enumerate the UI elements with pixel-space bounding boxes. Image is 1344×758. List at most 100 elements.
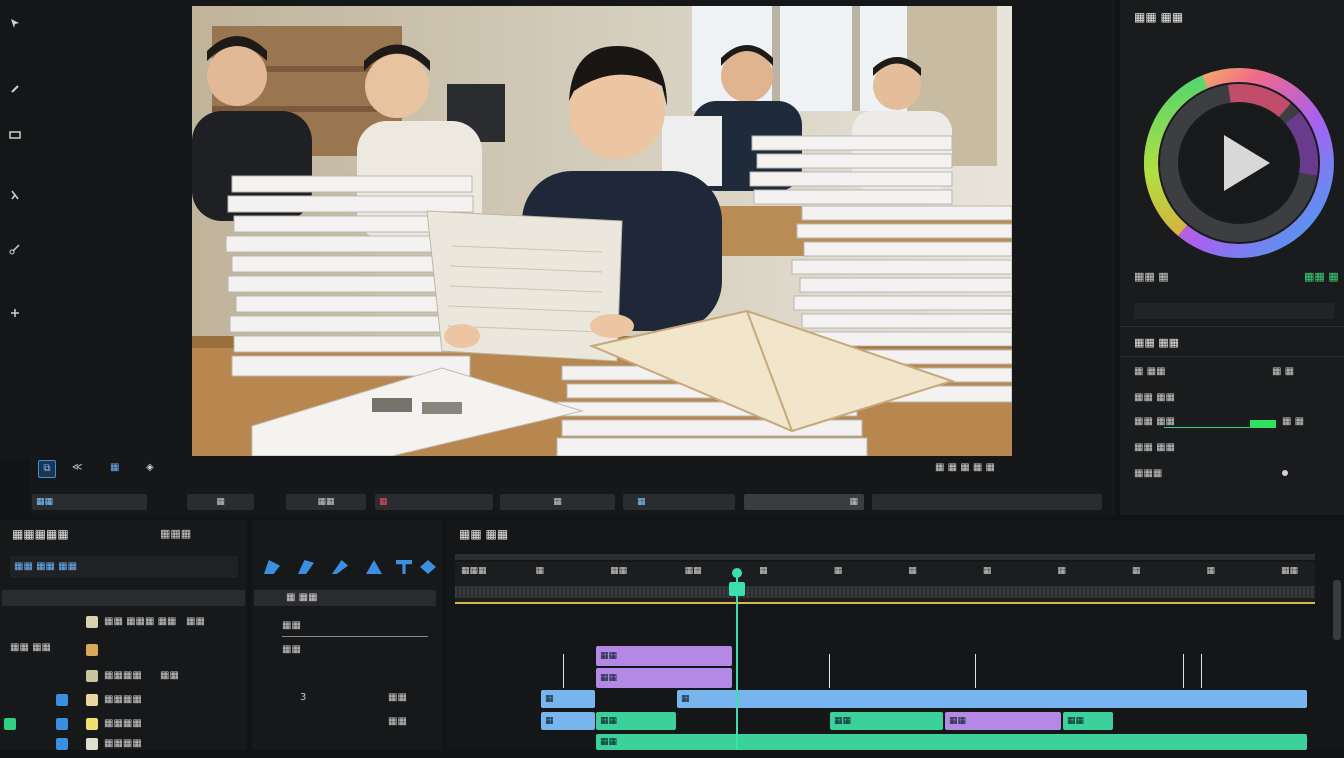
timeline: ▦▦ ▦▦ ▦▦▦ ▦ ▦▦ ▦▦ ▦ ▦ ▦ ▦ ▦ ▦ ▦ ▦▦ ▦▦ ▦▦ ▦ ▦ ▦ ▦▦ ▦… (447, 520, 1344, 750)
transport-field[interactable]: ▦ (187, 494, 254, 510)
panel-value: ▦▦ ▦ (1304, 270, 1339, 283)
pen-icon[interactable] (264, 560, 280, 574)
media-bin: ▦▦▦▦▦ ▦▦▦ ▦▦ ▦▦ ▦▦ ▦▦ ▦▦▦ ▦▦ ▦▦ ▦▦ ▦▦ ▦▦… (0, 520, 247, 750)
playhead-knob[interactable] (732, 568, 742, 578)
panel-controls-row[interactable] (1134, 303, 1334, 319)
marker (1183, 654, 1184, 688)
property-label: ▦▦▦ (1134, 468, 1163, 479)
effect-slider[interactable] (282, 636, 428, 637)
clip-name: ▦▦▦▦ (104, 694, 142, 705)
timeline-clip-purple[interactable]: ▦▦ (945, 712, 1061, 730)
ruler-label: ▦▦ (684, 566, 702, 576)
slider-label: ▦▦ ▦▦ (1134, 416, 1175, 427)
link-icon[interactable] (8, 82, 22, 96)
timeline-clip-green[interactable]: ▦▦ (596, 734, 1307, 750)
transport-scrub-field[interactable]: ▦▦ (32, 494, 147, 510)
keyframe-icon[interactable] (1282, 470, 1288, 476)
arrow-icon[interactable] (332, 560, 348, 574)
viewer-tool-button[interactable]: ▦ (110, 462, 119, 473)
timeline-clip-purple[interactable]: ▦▦ (596, 668, 732, 688)
clip-meta: ▦▦ (160, 670, 179, 681)
bin-title: ▦▦▦▦▦ (12, 527, 69, 541)
transform-icon[interactable] (8, 306, 22, 320)
text-icon[interactable] (396, 560, 412, 574)
transport-field[interactable]: ▦ (744, 494, 864, 510)
marker (975, 654, 976, 688)
clip-thumbnail (56, 738, 68, 750)
viewer-tool-button[interactable]: ≪ (72, 462, 82, 473)
timeline-clip-green[interactable]: ▦▦ (1063, 712, 1113, 730)
viewer-tool-button[interactable]: ◈ (146, 462, 154, 473)
color-wheel[interactable] (1144, 68, 1334, 258)
timeline-vertical-scrollbar[interactable] (1333, 580, 1341, 640)
list-item[interactable]: ▦▦▦▦ (0, 714, 246, 736)
ruler-label: ▦▦▦ (461, 566, 487, 576)
viewer-toolbar: ⧉ ≪ ▦ ◈ ▦ ▦ ▦ ▦ ▦ (30, 458, 1115, 480)
clip-thumbnail (86, 670, 98, 682)
list-item[interactable]: ▦▦▦▦ (0, 736, 246, 758)
property-label: ▦▦ ▦▦ (1134, 442, 1175, 453)
crop-icon[interactable] (420, 560, 436, 574)
play-icon[interactable] (1214, 133, 1274, 193)
viewer-tool-active-button[interactable]: ⧉ (38, 460, 56, 478)
scissors-icon[interactable] (8, 242, 22, 256)
playback-progress[interactable]: ▦ (623, 494, 735, 510)
video-frame (192, 6, 1012, 456)
bin-tab[interactable]: ▦▦▦ (160, 527, 191, 540)
transport-field[interactable]: ▦▦ (286, 494, 366, 510)
effect-value: ▦▦ (388, 716, 407, 727)
list-item[interactable]: ▦▦▦▦ (0, 690, 246, 712)
slider-fill (1250, 420, 1276, 428)
ruler-yellow-line (455, 602, 1315, 604)
list-item[interactable]: ▦▦ ▦▦ (0, 638, 246, 660)
clip-thumbnail (86, 738, 98, 750)
timeline-clip-blue[interactable]: ▦ (541, 690, 595, 708)
transport-field[interactable] (872, 494, 1102, 510)
playhead[interactable] (736, 570, 738, 750)
panel-label: ▦▦ ▦ (1134, 270, 1169, 283)
clip-meta: ▦▦ (186, 616, 205, 627)
list-item[interactable]: ▦▦ ▦▦▦ ▦▦ ▦▦ (0, 612, 246, 634)
transport-bar: ▦▦ ▦ ▦▦ ▦ ▦ ▦ ▦ (30, 490, 1115, 514)
marker (1201, 654, 1202, 688)
viewer-toolbar-right: ▦ ▦ ▦ ▦ ▦ (935, 462, 995, 473)
timeline-scroll-bar[interactable] (455, 554, 1315, 560)
select-icon[interactable] (8, 16, 22, 30)
ruler-label: ▦ (1206, 566, 1215, 576)
divider (1120, 326, 1344, 327)
ruler-label: ▦ (982, 566, 992, 576)
timeline-clip-green[interactable]: ▦▦ (830, 712, 943, 730)
timeline-clip-green[interactable]: ▦▦ (596, 712, 676, 730)
section-title: ▦▦ ▦▦ (1134, 336, 1180, 349)
slip-icon[interactable] (8, 128, 22, 142)
property-slider[interactable]: ▦▦ ▦▦ ▦ ▦ (1134, 414, 1334, 430)
property-value[interactable]: ▦ ▦ (1272, 366, 1294, 377)
list-item[interactable]: ▦▦▦▦ ▦▦ (0, 666, 246, 688)
razor-icon[interactable] (8, 188, 22, 202)
clip-thumbnail (86, 694, 98, 706)
ruler-label: ▦ (1131, 566, 1141, 576)
brush-icon[interactable] (298, 560, 314, 574)
ruler-label: ▦ (1057, 566, 1066, 576)
clip-name: ▦▦▦▦ (104, 738, 142, 749)
slider-value: ▦ ▦ (1282, 416, 1305, 427)
ruler-label: ▦ (833, 566, 843, 576)
playhead-handle[interactable] (729, 582, 745, 596)
timeline-clip-blue[interactable]: ▦ (677, 690, 1307, 708)
timeline-title: ▦▦ ▦▦ (459, 527, 509, 541)
marker (563, 654, 564, 688)
clip-thumbnail (56, 694, 68, 706)
waveform (455, 586, 1315, 598)
effect-header[interactable]: ▦ ▦▦ (254, 590, 436, 606)
effect-label: ▦▦ (282, 644, 301, 655)
transport-field[interactable]: ▦ (500, 494, 615, 510)
color-panel: ▦▦ ▦▦ ▦▦ ▦ ▦▦ ▦ ▦▦ ▦▦ ▦ ▦▦ ▦ ▦ ▦▦ ▦▦ ▦▦ … (1120, 0, 1344, 515)
timeline-ruler[interactable]: ▦▦▦ ▦ ▦▦ ▦▦ ▦ ▦ ▦ ▦ ▦ ▦ ▦ ▦▦ (455, 562, 1315, 604)
bin-search-input[interactable]: ▦▦ ▦▦ ▦▦ (10, 556, 238, 578)
panel-title: ▦▦ ▦▦ (1134, 10, 1184, 24)
clip-name: ▦▦▦▦ (104, 718, 142, 729)
timeline-clip-blue[interactable]: ▦ (541, 712, 595, 730)
timeline-clip-purple[interactable]: ▦▦ (596, 646, 732, 666)
transport-record-field[interactable]: ▦ (375, 494, 493, 510)
shape-icon[interactable] (366, 560, 382, 574)
